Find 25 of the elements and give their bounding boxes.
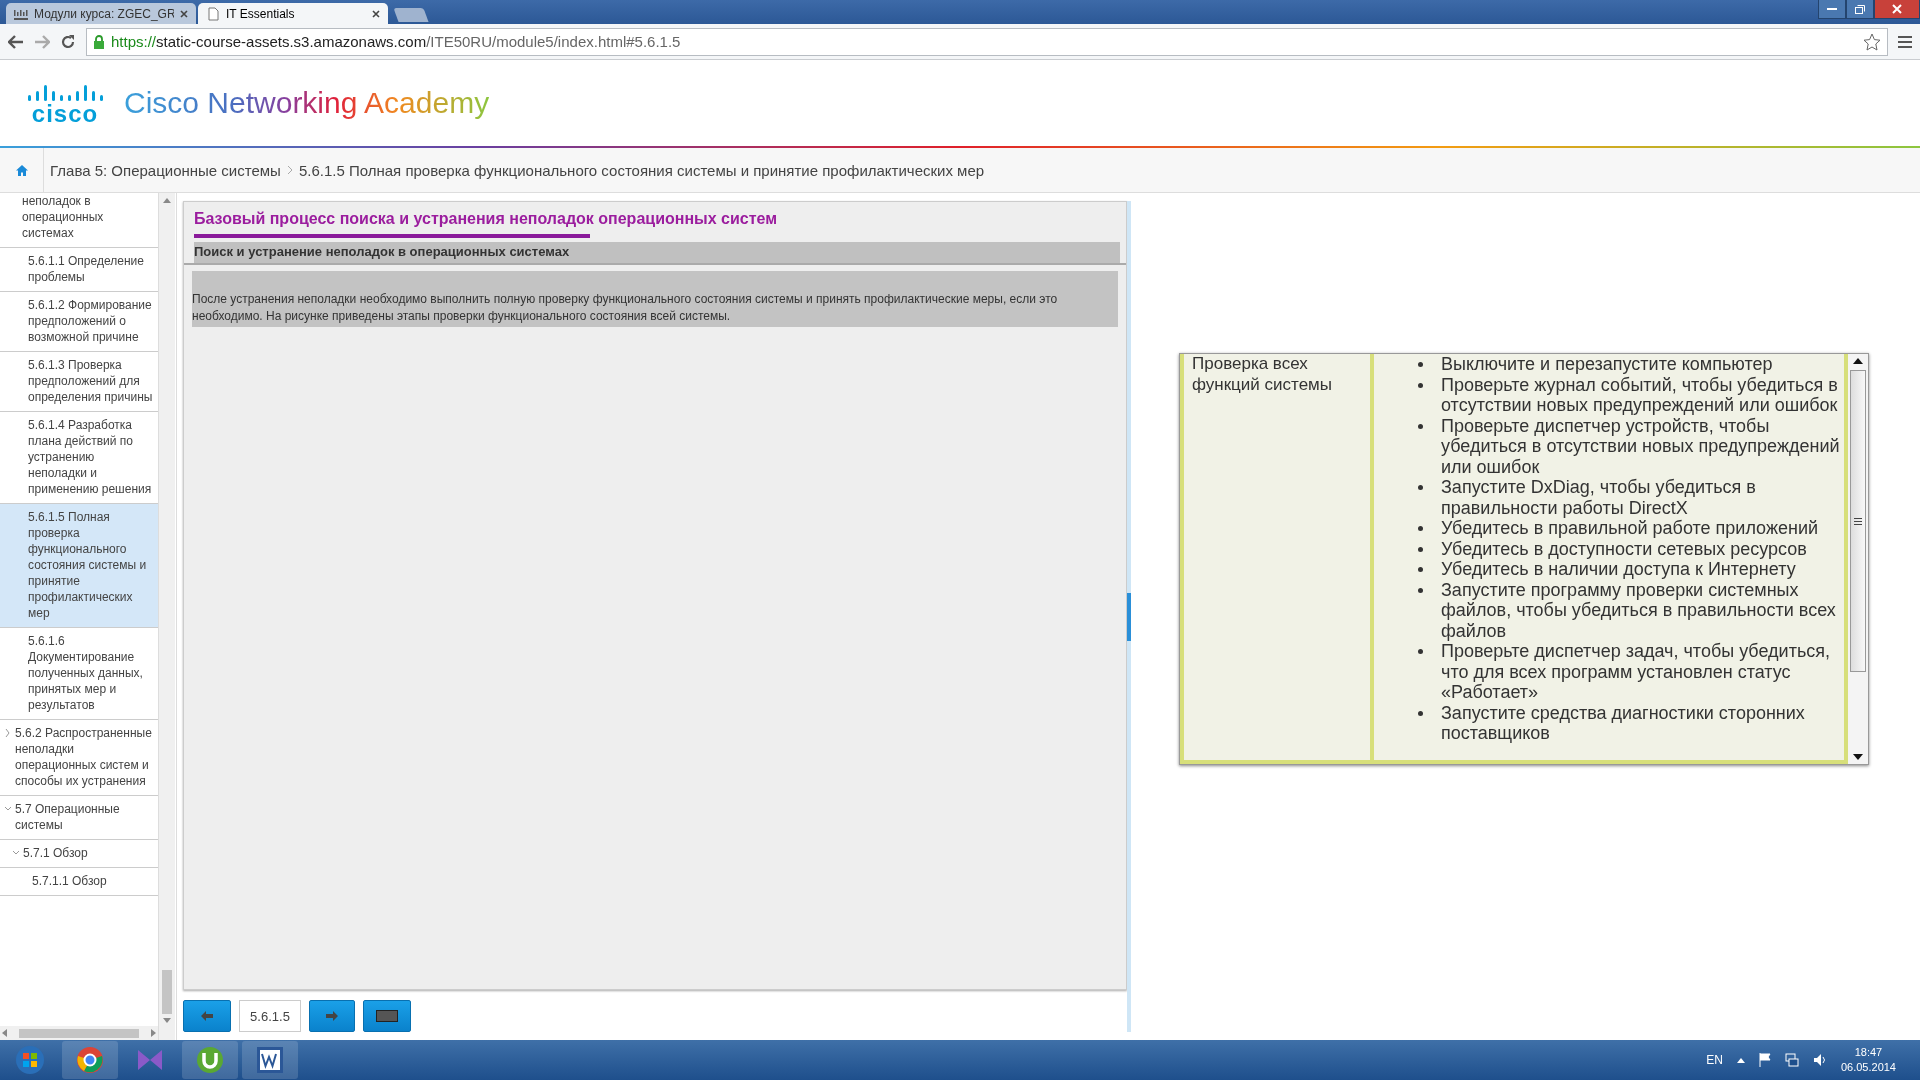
list-item: Убедитесь в доступности сетевых ресурсов (1441, 538, 1807, 559)
section-subtitle: Поиск и устранение неполадок в операционных системах (194, 242, 1120, 263)
clock-date: 06.05.2014 (1840, 1060, 1896, 1075)
table-cell: Проверка всех функций системы (1184, 354, 1374, 760)
sidebar-item[interactable]: 5.6.1.5 Полная проверка функционального состояния системы и принятие профилактических мер (0, 504, 158, 628)
list-item: Проверьте диспетчер устройств, чтобы убедиться в отсутствии новых предупреждений или ошибок (1441, 415, 1840, 477)
language-indicator[interactable]: EN (1706, 1053, 1723, 1067)
clock-time: 18:47 (1854, 1045, 1883, 1060)
list-item: Проверьте журнал событий, чтобы убедиться в отсутствии новых предупреждений или ошибок (1441, 374, 1839, 416)
list-item: Проверьте диспетчер задач, чтобы убедиться, что для всех программ установлен статус «Работает» (1441, 641, 1832, 703)
section-title: Базовый процесс поиска и устранения неполадок операционных систем (194, 210, 779, 228)
page-number: 5.6.1.5 (239, 1000, 301, 1032)
tab-title: IT Essentials (226, 6, 296, 21)
list-item: Запустите DxDiag, чтобы убедиться в правильности работы DirectX (1441, 477, 1757, 518)
browser-tab[interactable]: IT Essentials (198, 3, 388, 24)
list-item: Выключите и перезапустите компьютер (1441, 354, 1773, 375)
body-text: После устранения неполадки необходимо выполнить полную проверку функционального состояния системы и принять профилактические меры, если это необходимо. На рисунке приведены этапы проверки функционального состояния всей системы. (192, 271, 1118, 327)
list-item: Убедитесь в наличии доступа к Интернету (1441, 559, 1796, 580)
list-item: Запустите средства диагностики сторонних поставщиков (1441, 702, 1806, 744)
logo-text: cisco (31, 101, 99, 126)
address-bar[interactable]: https://static-course-assets.s3.amazonaws.com/ITE50RU/module5/index.html#5.6.1.5 (86, 27, 1888, 56)
breadcrumb-item: 5.6.1.5 Полная проверка функционального состояния системы и принятие профилактических мер (297, 161, 986, 179)
list-item: Запустите программу проверки системных файлов, чтобы убедиться в правильности всех файлов (1441, 579, 1837, 641)
breadcrumb-item[interactable]: Глава 5: Операционные системы (44, 161, 287, 179)
list-item: Убедитесь в правильной работе приложений (1441, 518, 1818, 539)
